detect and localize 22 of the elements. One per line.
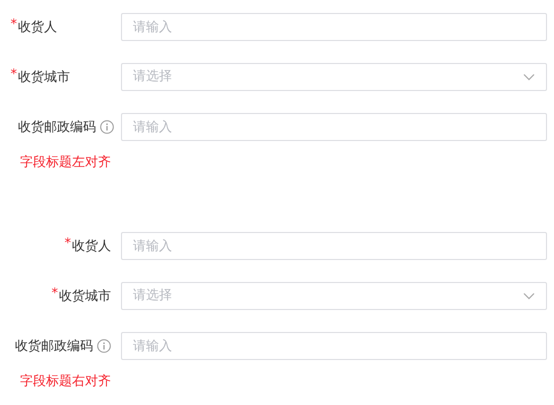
input-field[interactable]: 请输入	[121, 113, 547, 141]
field-label: 收货城市	[59, 290, 111, 302]
field-label: 收货城市	[18, 70, 70, 84]
info-icon[interactable]	[97, 339, 111, 353]
chevron-down-icon	[523, 73, 535, 81]
required-mark: *	[10, 68, 17, 80]
info-icon[interactable]	[100, 120, 114, 134]
input-field[interactable]: 请输入	[121, 13, 547, 41]
caption-text: 字段标题右对齐	[20, 374, 111, 389]
caption-text: 字段标题左对齐	[20, 155, 111, 170]
field-label: 收货人	[18, 20, 57, 34]
field-label: 收货人	[72, 240, 111, 252]
field-label: 收货邮政编码	[18, 120, 96, 134]
field-label: 收货邮政编码	[15, 340, 93, 352]
select-field[interactable]: 请选择	[121, 63, 547, 91]
required-mark: *	[10, 18, 17, 30]
select-field[interactable]: 请选择	[121, 282, 547, 310]
required-mark: *	[64, 236, 71, 250]
input-field[interactable]: 请输入	[121, 232, 547, 260]
input-field[interactable]: 请输入	[121, 332, 547, 360]
chevron-down-icon	[523, 292, 535, 300]
required-mark: *	[52, 286, 58, 300]
